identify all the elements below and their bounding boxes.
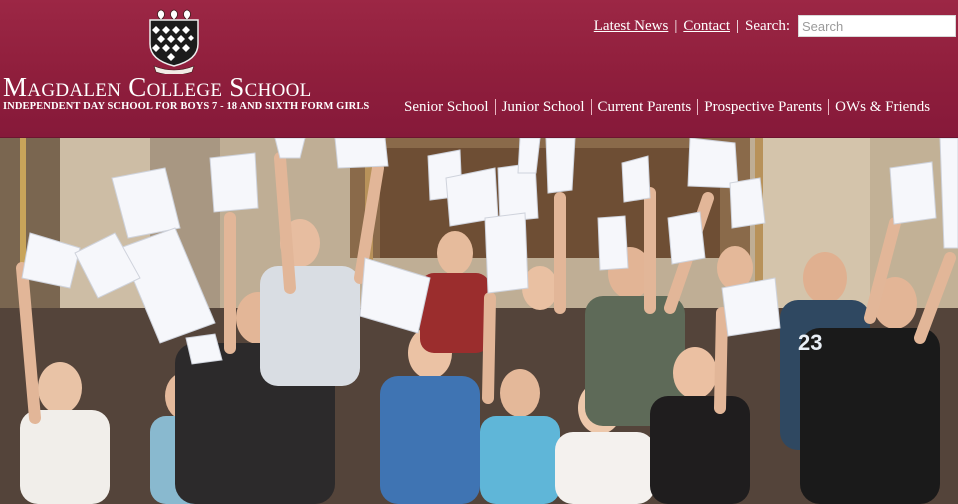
latest-news-link[interactable]: Latest News — [594, 18, 669, 35]
main-nav: Senior School Junior School Current Pare… — [398, 96, 936, 118]
school-name[interactable]: Magdalen College School — [3, 72, 348, 102]
search-label: Search: — [745, 17, 790, 34]
nav-current-parents[interactable]: Current Parents — [592, 99, 698, 116]
hero-image: 23 — [0, 138, 958, 504]
nav-prospective-parents[interactable]: Prospective Parents — [698, 99, 828, 116]
school-tagline: INDEPENDENT DAY SCHOOL FOR BOYS 7 - 18 A… — [3, 101, 370, 112]
nav-senior-school[interactable]: Senior School — [398, 99, 495, 116]
search-input[interactable] — [798, 15, 956, 37]
utility-separator: | — [674, 17, 678, 34]
crest-icon[interactable] — [144, 8, 204, 76]
shirt-number: 23 — [798, 330, 822, 355]
site-header: Magdalen College School INDEPENDENT DAY … — [0, 0, 958, 138]
utility-nav: Latest News | Contact | Search: — [594, 15, 958, 37]
nav-junior-school[interactable]: Junior School — [496, 99, 591, 116]
nav-ows-friends[interactable]: OWs & Friends — [829, 99, 936, 116]
contact-link[interactable]: Contact — [683, 18, 730, 35]
utility-separator: | — [736, 17, 740, 34]
